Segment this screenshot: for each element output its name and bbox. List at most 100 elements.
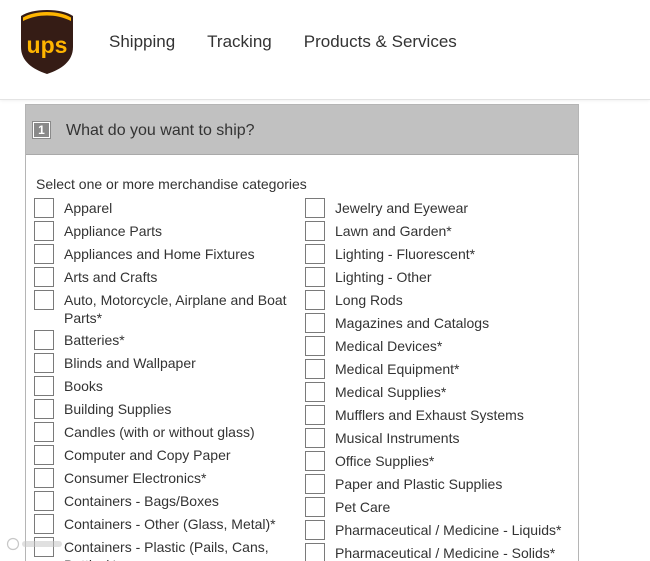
- category-option-containers-bags-boxes[interactable]: Containers - Bags/Boxes: [34, 491, 300, 511]
- category-option-lighting-other[interactable]: Lighting - Other: [305, 267, 577, 287]
- nav-shipping[interactable]: Shipping: [109, 32, 175, 52]
- category-checkbox[interactable]: [34, 399, 54, 419]
- category-checkbox[interactable]: [34, 290, 54, 310]
- category-option-containers-other-glass-metal[interactable]: Containers - Other (Glass, Metal)*: [34, 514, 300, 534]
- watermark-icon: [6, 537, 62, 551]
- category-label: Paper and Plastic Supplies: [335, 476, 503, 492]
- category-checkbox[interactable]: [305, 428, 325, 448]
- category-option-mufflers-and-exhaust-systems[interactable]: Mufflers and Exhaust Systems: [305, 405, 577, 425]
- category-checkbox[interactable]: [305, 382, 325, 402]
- category-label: Arts and Crafts: [64, 269, 158, 285]
- panel-title: What do you want to ship?: [66, 122, 255, 139]
- category-checkbox[interactable]: [305, 474, 325, 494]
- category-option-musical-instruments[interactable]: Musical Instruments: [305, 428, 577, 448]
- category-option-medical-supplies[interactable]: Medical Supplies*: [305, 382, 577, 402]
- category-label: Office Supplies*: [335, 453, 435, 469]
- category-label: Building Supplies: [64, 401, 172, 417]
- category-checkbox[interactable]: [34, 267, 54, 287]
- category-label: Magazines and Catalogs: [335, 315, 490, 331]
- category-option-computer-and-copy-paper[interactable]: Computer and Copy Paper: [34, 445, 300, 465]
- category-option-containers-plastic-pails-cans-bottles[interactable]: Containers - Plastic (Pails, Cans, Bottl…: [34, 537, 300, 561]
- category-checkbox[interactable]: [34, 244, 54, 264]
- category-checkbox[interactable]: [305, 290, 325, 310]
- category-checkbox[interactable]: [34, 376, 54, 396]
- category-label: Pharmaceutical / Medicine - Solids*: [335, 545, 556, 561]
- category-option-appliance-parts[interactable]: Appliance Parts: [34, 221, 300, 241]
- category-checkbox[interactable]: [34, 330, 54, 350]
- category-checkbox[interactable]: [34, 198, 54, 218]
- category-list-right: Jewelry and Eyewear Lawn and Garden* Light…: [305, 198, 577, 561]
- category-label: Books: [64, 378, 103, 394]
- category-option-apparel[interactable]: Apparel: [34, 198, 300, 218]
- step-number-badge: 1: [32, 121, 51, 139]
- category-label: Containers - Other (Glass, Metal)*: [64, 516, 276, 532]
- category-checkbox[interactable]: [34, 422, 54, 442]
- category-label: Medical Devices*: [335, 338, 443, 354]
- ups-logo[interactable]: ups: [20, 9, 74, 75]
- category-checkbox[interactable]: [305, 267, 325, 287]
- category-option-batteries[interactable]: Batteries*: [34, 330, 300, 350]
- category-label: Containers - Plastic (Pails, Cans, Bottl…: [64, 539, 269, 561]
- category-label: Jewelry and Eyewear: [335, 200, 469, 216]
- category-option-pet-care[interactable]: Pet Care: [305, 497, 577, 517]
- category-option-candles-with-or-without-glass[interactable]: Candles (with or without glass): [34, 422, 300, 442]
- category-option-medical-devices[interactable]: Medical Devices*: [305, 336, 577, 356]
- category-option-appliances-and-home-fixtures[interactable]: Appliances and Home Fixtures: [34, 244, 300, 264]
- category-checkbox[interactable]: [305, 244, 325, 264]
- category-label: Lighting - Fluorescent*: [335, 246, 476, 262]
- category-option-arts-and-crafts[interactable]: Arts and Crafts: [34, 267, 300, 287]
- category-label: Apparel: [64, 200, 113, 216]
- category-checkbox[interactable]: [305, 336, 325, 356]
- category-label: Mufflers and Exhaust Systems: [335, 407, 524, 423]
- category-label: Lawn and Garden*: [335, 223, 452, 239]
- shipment-category-panel: 1 What do you want to ship? Select one o…: [25, 104, 579, 561]
- category-option-long-rods[interactable]: Long Rods: [305, 290, 577, 310]
- category-option-books[interactable]: Books: [34, 376, 300, 396]
- category-prompt: Select one or more merchandise categorie…: [36, 176, 307, 192]
- category-option-magazines-and-catalogs[interactable]: Magazines and Catalogs: [305, 313, 577, 333]
- category-label: Musical Instruments: [335, 430, 460, 446]
- category-checkbox[interactable]: [305, 313, 325, 333]
- category-label: Blinds and Wallpaper: [64, 355, 196, 371]
- category-checkbox[interactable]: [305, 497, 325, 517]
- category-option-building-supplies[interactable]: Building Supplies: [34, 399, 300, 419]
- category-checkbox[interactable]: [34, 468, 54, 488]
- category-label: Auto, Motorcycle, Airplane and Boat Part…: [64, 292, 287, 326]
- category-checkbox[interactable]: [34, 514, 54, 534]
- category-option-pharmaceutical-medicine-solids[interactable]: Pharmaceutical / Medicine - Solids*: [305, 543, 577, 561]
- category-checkbox[interactable]: [305, 405, 325, 425]
- category-checkbox[interactable]: [34, 353, 54, 373]
- category-label: Batteries*: [64, 332, 125, 348]
- category-checkbox[interactable]: [305, 359, 325, 379]
- category-label: Medical Equipment*: [335, 361, 460, 377]
- category-checkbox[interactable]: [34, 445, 54, 465]
- category-label: Consumer Electronics*: [64, 470, 207, 486]
- category-option-office-supplies[interactable]: Office Supplies*: [305, 451, 577, 471]
- category-checkbox[interactable]: [34, 491, 54, 511]
- category-label: Pet Care: [335, 499, 391, 515]
- category-checkbox[interactable]: [305, 198, 325, 218]
- category-option-medical-equipment[interactable]: Medical Equipment*: [305, 359, 577, 379]
- category-list-left: Apparel Appliance Parts Appliances and Hom…: [34, 198, 300, 561]
- category-checkbox[interactable]: [305, 543, 325, 561]
- category-checkbox[interactable]: [34, 221, 54, 241]
- category-option-auto-motorcycle-airplane-and-boat-parts[interactable]: Auto, Motorcycle, Airplane and Boat Part…: [34, 290, 300, 327]
- category-option-paper-and-plastic-supplies[interactable]: Paper and Plastic Supplies: [305, 474, 577, 494]
- category-option-pharmaceutical-medicine-liquids[interactable]: Pharmaceutical / Medicine - Liquids*: [305, 520, 577, 540]
- site-header: ups Shipping Tracking Products & Service…: [0, 0, 650, 100]
- nav-products-services[interactable]: Products & Services: [304, 32, 457, 52]
- category-checkbox[interactable]: [305, 520, 325, 540]
- nav-tracking[interactable]: Tracking: [207, 32, 272, 52]
- category-label: Computer and Copy Paper: [64, 447, 231, 463]
- category-checkbox[interactable]: [305, 451, 325, 471]
- category-option-jewelry-and-eyewear[interactable]: Jewelry and Eyewear: [305, 198, 577, 218]
- category-label: Long Rods: [335, 292, 403, 308]
- category-option-lawn-and-garden[interactable]: Lawn and Garden*: [305, 221, 577, 241]
- category-option-blinds-and-wallpaper[interactable]: Blinds and Wallpaper: [34, 353, 300, 373]
- category-option-lighting-fluorescent[interactable]: Lighting - Fluorescent*: [305, 244, 577, 264]
- panel-header: 1 What do you want to ship?: [26, 105, 578, 155]
- category-option-consumer-electronics[interactable]: Consumer Electronics*: [34, 468, 300, 488]
- ups-shield-icon: ups: [21, 10, 73, 74]
- category-checkbox[interactable]: [305, 221, 325, 241]
- category-label: Appliances and Home Fixtures: [64, 246, 255, 262]
